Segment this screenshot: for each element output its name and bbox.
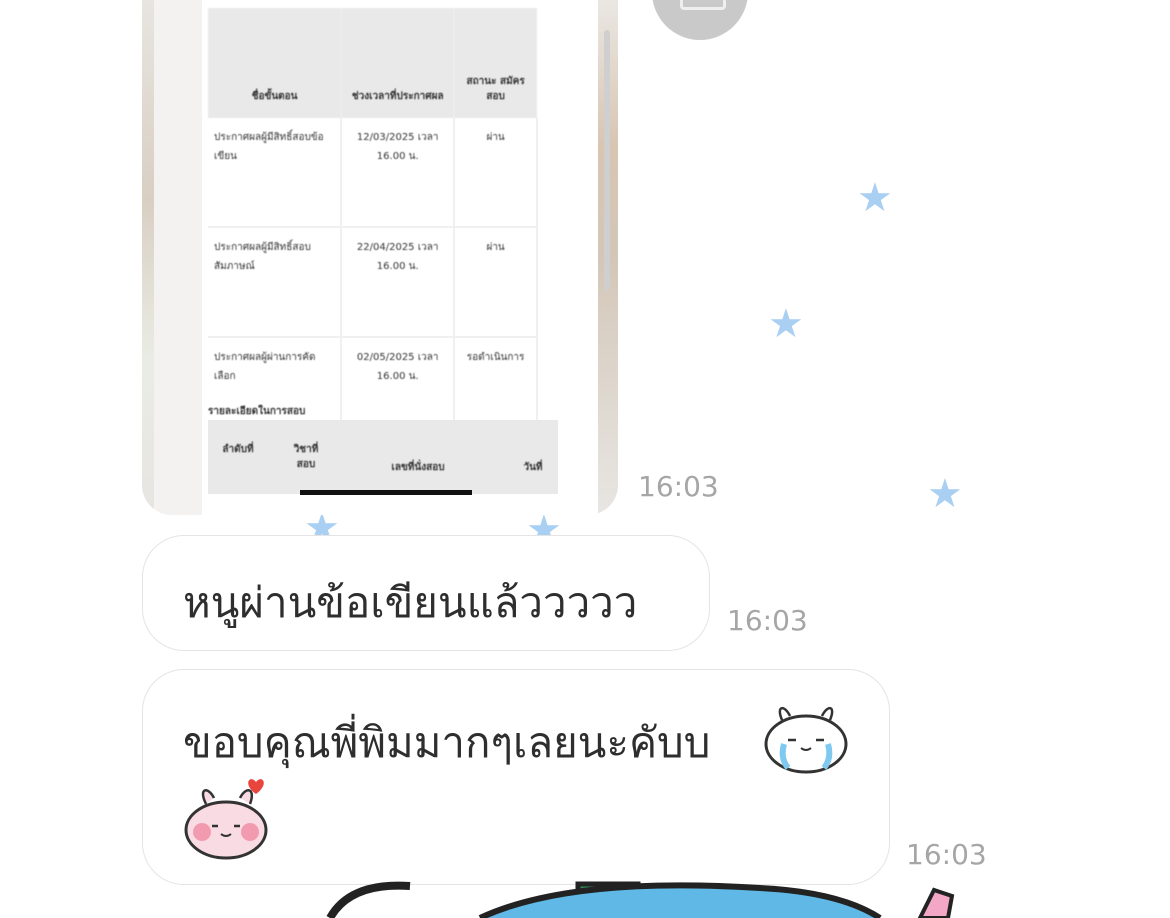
column-header: วันที่: [523, 462, 543, 473]
column-header: ช่วงเวลาที่ประกาศผล: [341, 8, 455, 118]
message-timestamp: 16:03: [727, 604, 808, 637]
sticker-preview: [326, 881, 955, 918]
message-text: ขอบคุณพี่พิมมากๆเลยนะคับบ: [183, 718, 711, 767]
column-header: สถานะ สมัคร สอบ: [454, 8, 537, 118]
blushing-bunny-emoji-icon: [184, 779, 268, 860]
screenshot-content: ชื่อขั้นตอน ช่วงเวลาที่ประกาศผล สถานะ สม…: [202, 0, 598, 515]
crying-bunny-emoji-icon: [764, 707, 848, 774]
avatar[interactable]: [652, 0, 748, 40]
table-cell: 22/04/2025 เวลา 16.00 น.: [341, 227, 456, 338]
sub-table-header: ลำดับที่ วิชาที่สอบ เลขที่นั่งสอบ วันที่: [208, 420, 558, 495]
table-cell: 12/03/2025 เวลา 16.00 น.: [341, 118, 456, 228]
table-cell: ประกาศผลผู้มีสิทธิ์สอบสัมภาษณ์: [208, 227, 343, 338]
message-text: หนูผ่านข้อเขียนแล้ววววว: [183, 578, 638, 627]
image-message[interactable]: ชื่อขั้นตอน ช่วงเวลาที่ประกาศผล สถานะ สม…: [142, 0, 618, 515]
column-header: ชื่อขั้นตอน: [208, 8, 342, 118]
column-header: เลขที่นั่งสอบ: [391, 462, 445, 473]
star-decoration-icon: ★: [927, 471, 963, 517]
table-cell: ผ่าน: [454, 118, 538, 228]
table-row: ประกาศผลผู้มีสิทธิ์สอบสัมภาษณ์ 22/04/202…: [208, 227, 538, 338]
message-timestamp: 16:03: [906, 838, 987, 871]
results-table: ชื่อขั้นตอน ช่วงเวลาที่ประกาศผล สถานะ สม…: [208, 8, 538, 448]
table-row: ประกาศผลผู้มีสิทธิ์สอบข้อเขียน 12/03/202…: [208, 118, 538, 228]
table-cell: ประกาศผลผู้มีสิทธิ์สอบข้อเขียน: [208, 118, 343, 228]
section-title: รายละเอียดในการสอบ: [208, 406, 306, 417]
screenshot-scrollbar: [604, 30, 610, 290]
star-decoration-icon: ★: [768, 301, 804, 347]
star-decoration-icon: ★: [857, 175, 893, 221]
active-tab-underline: [300, 490, 472, 495]
message-bubble[interactable]: หนูผ่านข้อเขียนแล้ววววว: [142, 535, 710, 651]
column-header: วิชาที่สอบ: [293, 444, 319, 470]
column-header: ลำดับที่: [222, 444, 254, 455]
message-timestamp: 16:03: [638, 470, 719, 503]
table-cell: ผ่าน: [454, 227, 538, 338]
avatar-placeholder-icon: [680, 0, 726, 10]
